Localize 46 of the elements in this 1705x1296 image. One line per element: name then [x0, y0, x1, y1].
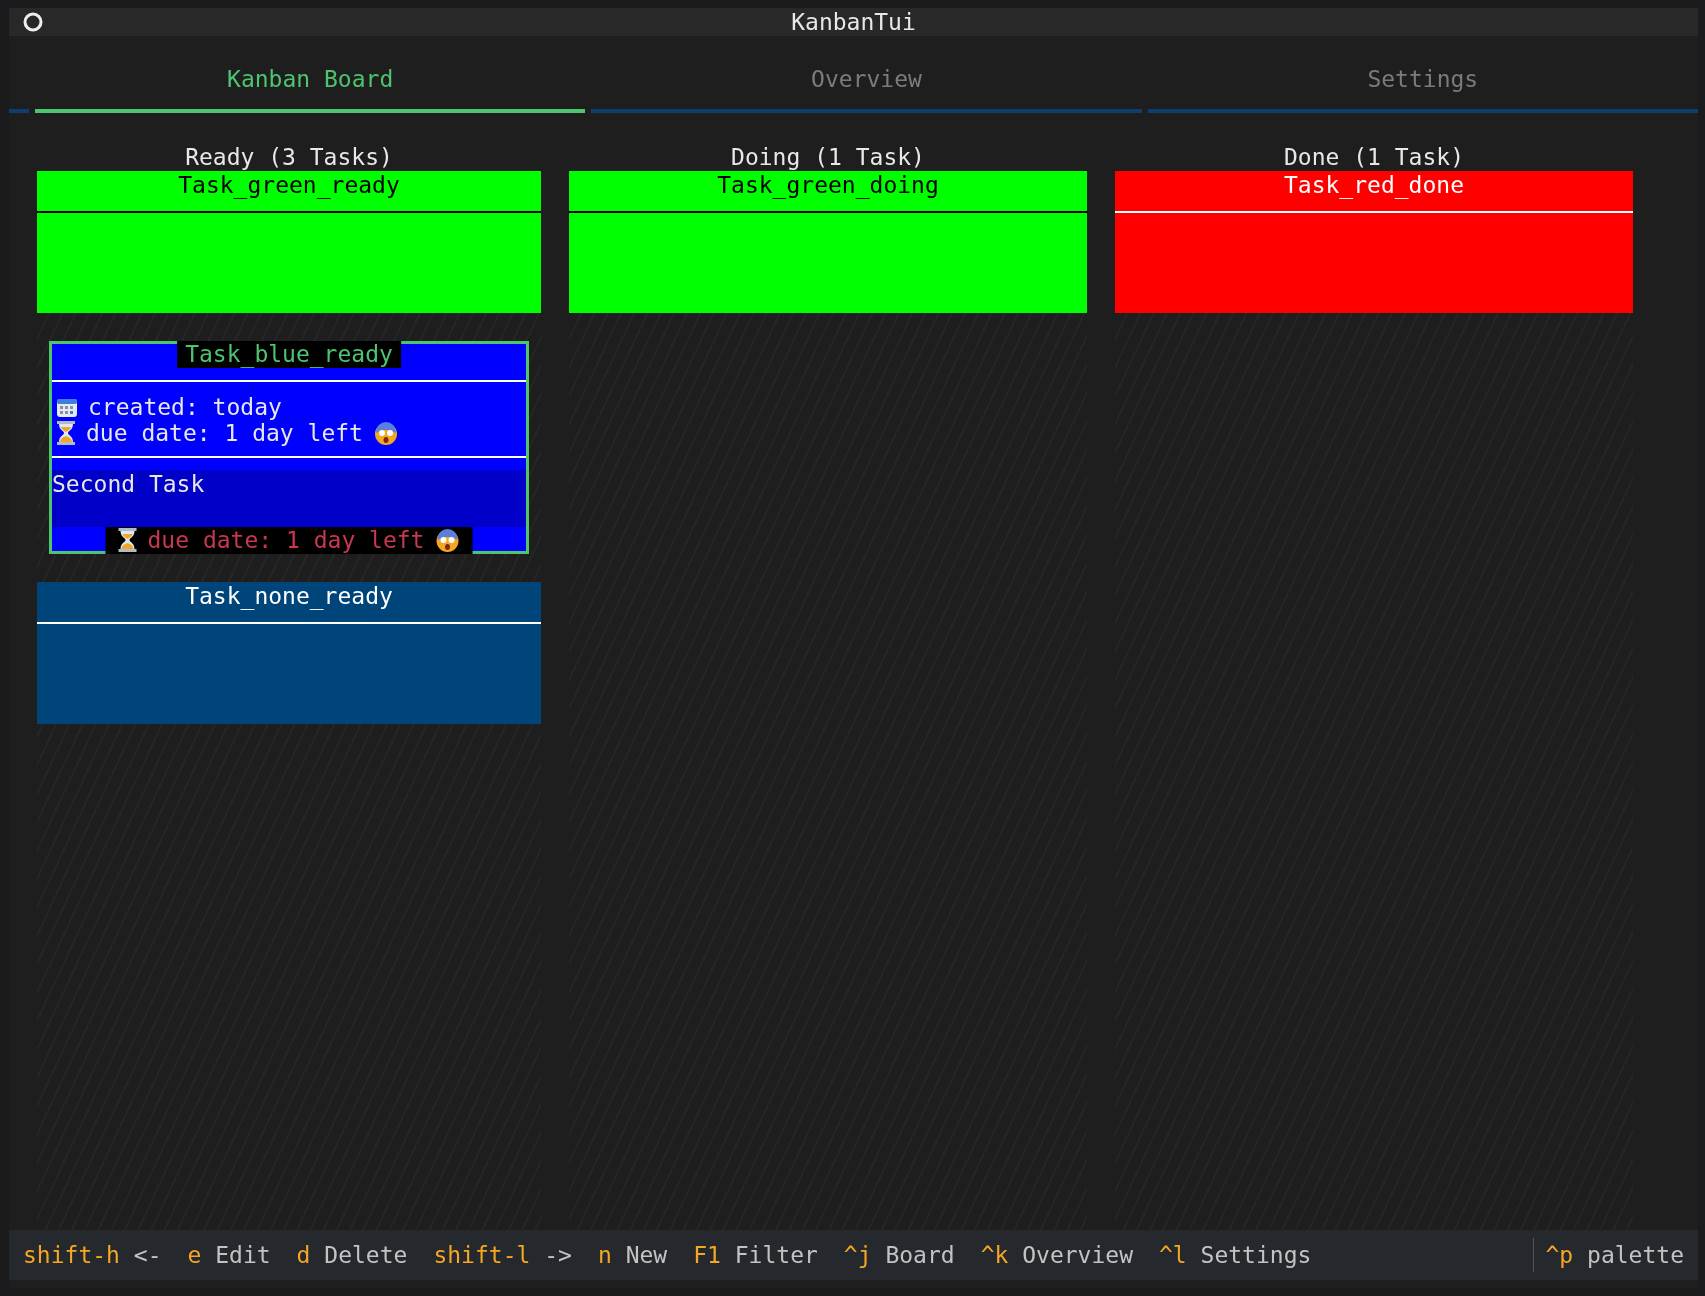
card-title: Task_blue_ready [177, 340, 401, 368]
column-title: Ready (3 Tasks) [37, 142, 541, 171]
card-title: Task_red_done [1284, 171, 1464, 198]
key-hint: shift-h [23, 1241, 120, 1268]
column-title: Done (1 Task) [1115, 142, 1633, 171]
tab[interactable]: Settings [1147, 58, 1698, 113]
hourglass-icon [56, 420, 76, 445]
task-card[interactable]: Task_green_ready [37, 170, 541, 313]
tab[interactable]: Overview [591, 58, 1142, 113]
key-hint: ^p [1545, 1241, 1574, 1268]
emoji-icon [434, 527, 461, 553]
key-description: Filter [734, 1241, 818, 1268]
key-description: Overview [1022, 1241, 1133, 1268]
detail-text: due date: 1 day left [86, 419, 363, 446]
circle-icon[interactable] [22, 11, 44, 33]
card-title: Task_green_doing [717, 171, 939, 198]
key-hint: ^l [1159, 1241, 1187, 1268]
key-description: <- [133, 1241, 162, 1268]
key-description: palette [1587, 1241, 1684, 1268]
due-date-text: due date: 1 day left [147, 526, 425, 554]
key-description: Delete [324, 1241, 408, 1268]
key-hint: e [187, 1241, 202, 1268]
key-description: -> [544, 1241, 572, 1268]
emoji-icon [372, 419, 399, 446]
key-description: Board [885, 1241, 955, 1268]
card-title: Task_green_ready [178, 171, 400, 198]
column-title: Doing (1 Task) [569, 142, 1087, 171]
key-hint: d [296, 1241, 311, 1268]
card-description: Second Task [52, 469, 526, 527]
key-hint: ^k [980, 1241, 1009, 1268]
task-card[interactable]: Task_none_ready [37, 581, 541, 724]
key-hint: n [597, 1241, 612, 1268]
window-title: KanbanTui [791, 8, 916, 36]
key-hint: F1 [693, 1241, 721, 1268]
key-description: Settings [1200, 1241, 1312, 1268]
key-description: Edit [215, 1241, 271, 1268]
hourglass-icon [117, 528, 138, 552]
tab[interactable]: Kanban Board [35, 58, 586, 113]
task-card[interactable]: Task_green_doing [569, 170, 1087, 313]
card-title: Task_none_ready [185, 582, 393, 609]
key-hint: ^j [843, 1241, 872, 1268]
task-card[interactable]: Task_blue_ready created: today due date: 1 day left Second Task due date: 1 day left [49, 340, 529, 554]
task-card[interactable]: Task_red_done [1115, 170, 1633, 313]
key-hint: shift-l [433, 1241, 531, 1268]
detail-text: created: today [88, 393, 282, 420]
key-description: New [625, 1241, 668, 1268]
